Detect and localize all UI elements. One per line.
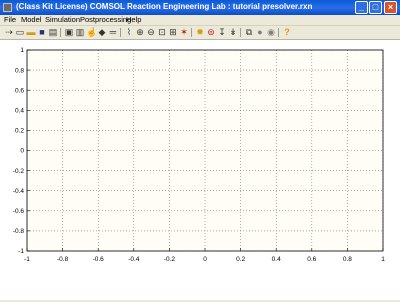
x-tick-label: 0 [203, 256, 207, 263]
toolbar-separator [240, 28, 241, 37]
reaction-arrow-icon[interactable]: ⇢ [4, 27, 14, 37]
menu-postprocessing[interactable]: Postprocessing [80, 15, 131, 25]
export-icon[interactable]: ⧉ [244, 27, 254, 37]
plot-chart[interactable]: -1 -0.8 -0.6 -0.4 -0.2 0 0.2 0.4 0.6 0.8 1 1 0.8 0.6 0… [0, 40, 400, 300]
menu-model[interactable]: Model [21, 15, 41, 25]
y-tick-label: -0.8 [13, 228, 25, 235]
title-bar[interactable]: (Class Kit License) COMSOL Reaction Engi… [0, 0, 400, 15]
window-title: (Class Kit License) COMSOL Reaction Engi… [16, 2, 313, 11]
import-icon[interactable]: ● [255, 27, 265, 37]
x-tick-label: -1 [24, 256, 30, 263]
open-folder-icon[interactable]: ▬ [26, 27, 36, 37]
chart-settings-icon[interactable]: ▥ [75, 27, 85, 37]
plot-area-container: -1 -0.8 -0.6 -0.4 -0.2 0 0.2 0.4 0.6 0.8 1 1 0.8 0.6 0… [0, 40, 400, 300]
reset-view-icon[interactable]: ✶ [179, 27, 189, 37]
toolbar-separator [191, 28, 192, 37]
plot-icon[interactable]: ⌇ [124, 27, 134, 37]
zoom-out-icon[interactable]: ⊖ [146, 27, 156, 37]
solver-settings-icon[interactable]: ✹ [195, 27, 205, 37]
x-tick-label: -0.6 [93, 256, 105, 263]
y-tick-label: 0.4 [15, 108, 24, 115]
compute-icon[interactable]: ⊜ [206, 27, 216, 37]
app-icon [3, 3, 12, 12]
x-tick-label: -0.4 [128, 256, 140, 263]
zoom-in-icon[interactable]: ⊕ [135, 27, 145, 37]
zoom-window-icon[interactable]: ⊡ [157, 27, 167, 37]
y-tick-label: 0.6 [15, 87, 24, 94]
menu-help[interactable]: Help [126, 15, 141, 25]
toolbar-separator [60, 28, 61, 37]
species-icon[interactable]: ◆ [97, 27, 107, 37]
y-tick-label: -1 [18, 248, 24, 255]
x-tick-label: -0.2 [164, 256, 176, 263]
help-icon[interactable]: ? [282, 27, 292, 37]
menu-bar: File Model Simulation Postprocessing Hel… [0, 15, 400, 26]
y-tick-label: -0.2 [13, 168, 25, 175]
x-tick-label: 0.8 [343, 256, 352, 263]
y-tick-label: -0.6 [13, 208, 25, 215]
maximize-button[interactable]: □ [369, 1, 382, 14]
y-tick-label: 1 [20, 47, 24, 54]
y-tick-label: 0.8 [15, 67, 24, 74]
close-button[interactable]: × [384, 1, 397, 14]
toolbar-separator [278, 28, 279, 37]
save-icon[interactable]: ■ [37, 27, 47, 37]
compute-step-icon[interactable]: ↧ [217, 27, 227, 37]
print-icon[interactable]: ▤ [48, 27, 58, 37]
hand-pointer-icon[interactable]: ☝ [86, 27, 97, 37]
plot-parameters-icon[interactable]: ◉ [266, 27, 276, 37]
x-tick-label: -0.8 [57, 256, 69, 263]
equals-icon[interactable]: ═ [108, 27, 118, 37]
y-tick-label: 0.2 [15, 128, 24, 135]
toolbar: ⇢ ▭ ▬ ■ ▤ ▣ ▥ ☝ ◆ ═ ⌇ ⊕ ⊖ ⊡ ⊞ ✶ ✹ ⊜ ↧ ↡ … [0, 26, 400, 40]
x-tick-label: 0.2 [236, 256, 245, 263]
zoom-extents-icon[interactable]: ⊞ [168, 27, 178, 37]
x-tick-label: 0.6 [307, 256, 316, 263]
new-file-icon[interactable]: ▭ [15, 27, 25, 37]
x-tick-label: 1 [381, 256, 385, 263]
compute-icon-2[interactable]: ↡ [228, 27, 238, 37]
toolbar-separator [120, 28, 121, 37]
minimize-button[interactable]: _ [355, 1, 368, 14]
menu-file[interactable]: File [4, 15, 16, 25]
menu-simulation[interactable]: Simulation [45, 15, 80, 25]
x-tick-label: 0.4 [272, 256, 281, 263]
y-tick-label: 0 [20, 148, 24, 155]
y-tick-label: -0.4 [13, 188, 25, 195]
model-settings-icon[interactable]: ▣ [64, 27, 74, 37]
